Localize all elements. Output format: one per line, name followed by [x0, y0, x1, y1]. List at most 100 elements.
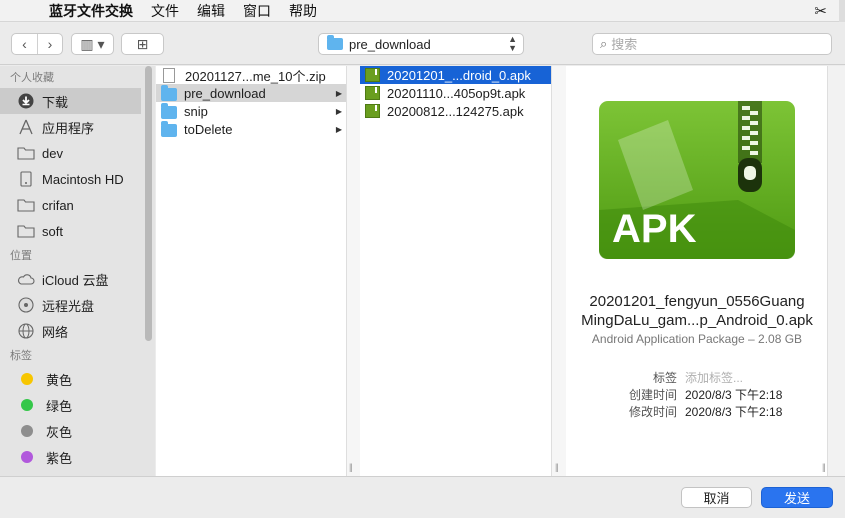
browser-column-1: 20201127...me_10个.zip pre_download ▶ sni…	[156, 66, 347, 476]
menu-app-name[interactable]: 蓝牙文件交换	[40, 0, 142, 22]
back-button[interactable]: ‹	[12, 34, 37, 54]
apk-file-icon	[365, 86, 380, 100]
view-mode-button[interactable]: ▥ ▾	[71, 33, 114, 55]
sidebar-item-label: 灰色	[46, 424, 73, 440]
sidebar-item-network[interactable]: 网络	[0, 318, 155, 344]
file-row[interactable]: 20201127...me_10个.zip	[156, 66, 346, 84]
sidebar-item-applications[interactable]: 应用程序	[0, 114, 155, 140]
column-resize-handle[interactable]: ||	[555, 462, 559, 472]
column-view-icon: ▥ ▾	[80, 35, 105, 52]
modified-label: 修改时间	[628, 405, 677, 419]
preview-filename: 20201201_fengyun_0556Guang MingDaLu_gam.…	[566, 292, 828, 330]
apk-file-icon	[365, 104, 380, 118]
chevron-left-icon: ‹	[22, 36, 27, 52]
column-divider: ||	[347, 66, 360, 476]
folder-name: toDelete	[184, 121, 233, 137]
updown-chevron-icon: ▲ ▼	[508, 34, 517, 53]
applications-icon	[17, 119, 35, 135]
preview-filename-line1: 20201201_fengyun_0556Guang	[589, 293, 805, 310]
sidebar-item-label: 下载	[42, 94, 69, 110]
menu-edit[interactable]: 编辑	[188, 0, 234, 22]
forward-button[interactable]: ›	[36, 34, 62, 54]
sidebar-item-label: 紫色	[46, 450, 73, 466]
browser-column-2: 20201201_...droid_0.apk 20201110...405op…	[360, 66, 552, 476]
scissors-icon[interactable]: ✂	[814, 2, 827, 20]
sidebar-item-label: soft	[42, 223, 63, 239]
created-value: 2020/8/3 下午2:18	[685, 388, 783, 402]
sidebar-item-downloads[interactable]: 下载	[0, 88, 141, 114]
folder-icon	[17, 197, 35, 213]
sidebar-item-label: iCloud 云盘	[42, 272, 109, 288]
column-resize-handle[interactable]: ||	[349, 462, 353, 472]
sidebar-item-crifan[interactable]: crifan	[0, 192, 155, 218]
menu-file[interactable]: 文件	[142, 0, 188, 22]
folder-row-pre-download[interactable]: pre_download ▶	[156, 84, 346, 102]
menubar-edge	[839, 0, 845, 22]
toolbar: ‹ › ▥ ▾ ⊞ pre_download ▲ ▼ ⌕	[0, 23, 845, 65]
search-icon: ⌕	[600, 36, 608, 51]
cancel-button[interactable]: 取消	[681, 487, 752, 508]
disclosure-triangle-icon: ▶	[335, 106, 342, 116]
gray-tag-icon	[21, 425, 33, 437]
menu-help[interactable]: 帮助	[280, 0, 326, 22]
chevron-right-icon: ›	[47, 36, 53, 52]
yellow-tag-icon	[21, 373, 33, 385]
folder-icon	[17, 223, 35, 239]
search-field[interactable]: ⌕	[592, 33, 832, 55]
created-label: 创建时间	[628, 388, 677, 402]
sidebar-item-macintosh-hd[interactable]: Macintosh HD	[0, 166, 155, 192]
apk-preview-icon: APK	[599, 101, 795, 259]
apk-label-text: APK	[612, 207, 697, 251]
folder-icon	[161, 84, 177, 101]
zip-file-icon	[163, 67, 175, 83]
file-name: 20201110...405op9t.apk	[387, 85, 526, 101]
sidebar-item-label: 黄色	[46, 372, 73, 388]
disc-icon	[17, 297, 35, 313]
disclosure-triangle-icon: ▶	[335, 88, 342, 98]
new-folder-button[interactable]: ⊞	[121, 33, 164, 55]
file-row[interactable]: 20201110...405op9t.apk	[360, 84, 551, 102]
send-button[interactable]: 发送	[761, 487, 833, 508]
new-folder-icon: ⊞	[136, 35, 149, 52]
file-row[interactable]: 20200812...124275.apk	[360, 102, 551, 120]
menu-window[interactable]: 窗口	[234, 0, 280, 22]
apk-file-icon	[365, 68, 380, 82]
sidebar-item-remote-disc[interactable]: 远程光盘	[0, 292, 155, 318]
folder-icon	[161, 120, 177, 137]
right-edge-panel	[828, 66, 845, 476]
sidebar-item-tag-purple[interactable]: 紫色	[0, 444, 155, 470]
disk-icon	[17, 171, 35, 187]
modified-value: 2020/8/3 下午2:18	[685, 405, 783, 419]
back-forward-group: ‹ ›	[11, 33, 63, 55]
sidebar-scrollbar[interactable]	[145, 66, 152, 341]
folder-row-todelete[interactable]: toDelete ▶	[156, 120, 346, 138]
sidebar-item-dev[interactable]: dev	[0, 140, 155, 166]
green-tag-icon	[21, 399, 33, 411]
path-popup[interactable]: pre_download ▲ ▼	[318, 33, 524, 55]
search-input[interactable]	[611, 36, 812, 52]
file-row-selected[interactable]: 20201201_...droid_0.apk	[360, 66, 551, 84]
menu-bar: 蓝牙文件交换 文件 编辑 窗口 帮助 ✂	[0, 0, 845, 22]
file-name: 20200812...124275.apk	[387, 103, 524, 119]
add-tags-field[interactable]: 添加标签...	[685, 370, 743, 387]
folder-icon	[17, 145, 35, 161]
sidebar-header-favorites: 个人收藏	[10, 72, 54, 84]
folder-row-snip[interactable]: snip ▶	[156, 102, 346, 120]
preview-filename-line2: MingDaLu_gam...p_Android_0.apk	[581, 312, 813, 329]
download-icon	[17, 93, 35, 109]
sidebar-item-soft[interactable]: soft	[0, 218, 155, 244]
folder-name: pre_download	[184, 85, 266, 101]
sidebar-item-tag-gray[interactable]: 灰色	[0, 418, 155, 444]
sidebar-item-tag-green[interactable]: 绿色	[0, 392, 155, 418]
column-resize-handle[interactable]: ||	[822, 462, 826, 472]
sidebar-header-tags: 标签	[10, 350, 32, 362]
preview-pane: APK 20201201_fengyun_0556Guang MingDaLu_…	[566, 66, 828, 476]
sidebar-item-tag-yellow[interactable]: 黄色	[0, 366, 155, 392]
preview-metadata: 标签 添加标签... 创建时间 2020/8/3 下午2:18 修改时间 2020/8…	[566, 370, 828, 421]
preview-kind-size: Android Application Package – 2.08 GB	[591, 332, 803, 346]
sidebar-item-icloud[interactable]: iCloud 云盘	[0, 266, 155, 292]
folder-icon	[161, 102, 177, 119]
folder-icon	[327, 35, 343, 50]
file-name: 20201127...me_10个.zip	[185, 68, 326, 84]
sidebar-item-label: 应用程序	[42, 120, 95, 136]
